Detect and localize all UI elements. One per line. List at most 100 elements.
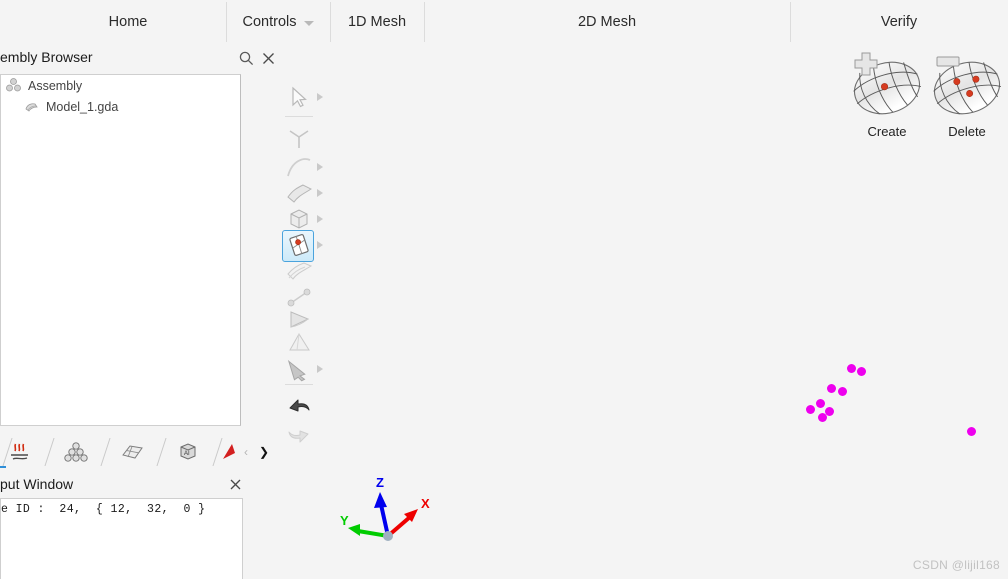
- assembly-browser-panel: embly Browser Assembly Model_1.gda: [0, 44, 275, 434]
- ribbon-tab-home[interactable]: Home: [30, 0, 226, 44]
- delete-button[interactable]: Delete: [917, 50, 1008, 150]
- ribbon-tab-label: Controls: [242, 14, 297, 30]
- assembly-browser-title: embly Browser: [0, 49, 93, 65]
- chevron-down-icon[interactable]: [303, 20, 314, 26]
- sheet-tool[interactable]: [279, 258, 323, 284]
- curve-tool[interactable]: [279, 154, 323, 180]
- dock-next-arrow[interactable]: ❯: [259, 445, 269, 459]
- redo-tool[interactable]: [279, 422, 323, 448]
- particles-icon: [64, 442, 88, 462]
- assembly-browser-header: embly Browser: [0, 44, 275, 72]
- tool-divider: [285, 384, 313, 385]
- dock-tab-ai[interactable]: AI: [160, 438, 223, 466]
- dock-tab-mesh[interactable]: [104, 438, 167, 466]
- search-icon[interactable]: [238, 50, 255, 67]
- dock-tab-wedge[interactable]: [216, 438, 242, 466]
- watermark-text: CSDN @lijil168: [912, 558, 1000, 572]
- ribbon-tab-1d-mesh[interactable]: 1D Mesh: [332, 0, 422, 44]
- dock-tab-thermal[interactable]: [0, 438, 55, 466]
- sheet-stack-icon: [287, 262, 313, 280]
- mesh-node-point[interactable]: [818, 413, 827, 422]
- mesh-slab-icon: [122, 445, 143, 459]
- select-arrow-tool[interactable]: [279, 84, 323, 110]
- flyout-arrow-icon[interactable]: [317, 189, 323, 197]
- ai-cube-icon: AI: [180, 443, 196, 460]
- cone-tool[interactable]: [279, 306, 323, 332]
- red-wedge-icon: [223, 444, 235, 459]
- ribbon-tab-label: Home: [108, 14, 148, 30]
- application-window: Z X Y CSDN @lijil168 Home Controls 1D Mesh…: [0, 0, 1008, 579]
- dock-tab-strip: AI ‹ ❯: [0, 436, 275, 468]
- pick-tool[interactable]: [279, 356, 323, 382]
- ribbon-panel-verify: Create Delete: [790, 44, 1008, 150]
- ribbon-tab-separator: [790, 2, 791, 42]
- flyout-arrow-icon[interactable]: [317, 163, 323, 171]
- mesh-delete-icon: [924, 50, 1008, 122]
- close-icon[interactable]: [228, 477, 243, 492]
- cursor-arrow-icon: [292, 86, 307, 108]
- undo-arrow-icon: [289, 399, 310, 412]
- tool-divider: [285, 116, 313, 117]
- flyout-arrow-icon[interactable]: [317, 215, 323, 223]
- ribbon-tab-separator: [226, 2, 227, 42]
- mesh-point-icon: [289, 234, 309, 256]
- mesh-node-point[interactable]: [806, 405, 815, 414]
- ribbon-tab-separator: [330, 2, 331, 42]
- undo-tool[interactable]: [279, 392, 323, 418]
- output-window-text[interactable]: e ID : 24, { 12, 32, 0 }: [0, 498, 243, 579]
- minus-badge-icon: [936, 56, 960, 67]
- output-window-title: put Window: [0, 476, 74, 492]
- node-tool[interactable]: [279, 126, 323, 152]
- close-icon[interactable]: [260, 50, 277, 67]
- svg-text:Y: Y: [340, 513, 349, 528]
- ribbon-tab-controls[interactable]: Controls: [228, 0, 328, 44]
- cone-fan-icon: [290, 311, 310, 328]
- ribbon-tab-label: Verify: [880, 14, 918, 30]
- assembly-icon: [5, 77, 22, 94]
- dock-prev-arrow[interactable]: ‹: [244, 445, 248, 459]
- tree-item-label: Model_1.gda: [46, 99, 119, 114]
- mesh-node-point[interactable]: [838, 387, 847, 396]
- ribbon-tab-verify[interactable]: Verify: [792, 0, 1006, 44]
- flyout-arrow-icon[interactable]: [317, 365, 323, 373]
- dock-tab-particles[interactable]: [48, 438, 111, 466]
- tree-item[interactable]: Model_1.gda: [1, 96, 240, 117]
- ribbon-tab-2d-mesh[interactable]: 2D Mesh: [426, 0, 788, 44]
- surface-tool[interactable]: [279, 180, 323, 206]
- mesh-node-point[interactable]: [847, 364, 856, 373]
- pick-arrow-icon: [287, 359, 306, 382]
- mesh-node-point[interactable]: [816, 399, 825, 408]
- delete-button-label: Delete: [948, 124, 986, 139]
- pyramid-icon: [289, 333, 310, 351]
- mesh-node-point[interactable]: [827, 384, 836, 393]
- arc-curve-icon: [287, 158, 311, 177]
- pyramid-tool[interactable]: [279, 330, 323, 356]
- ribbon-tab-label: 2D Mesh: [577, 14, 637, 30]
- output-window-panel: put Window e ID : 24, { 12, 32, 0 }: [0, 470, 275, 579]
- surface-sheet-icon: [287, 184, 312, 203]
- tree-item-label: Assembly: [28, 78, 83, 93]
- mesh-point-tool[interactable]: [279, 230, 323, 262]
- mesh-node-point[interactable]: [857, 367, 866, 376]
- create-button-label: Create: [867, 124, 907, 139]
- solid-tool[interactable]: [279, 206, 323, 232]
- axis-triad: Z X Y: [340, 475, 430, 541]
- svg-text:Z: Z: [376, 475, 384, 490]
- solid-cube-icon: [290, 209, 308, 229]
- assembly-tree[interactable]: Assembly Model_1.gda: [0, 74, 241, 426]
- mesh-node-point[interactable]: [967, 427, 976, 436]
- ribbon-tab-strip: Home Controls 1D Mesh 2D Mesh Verify: [0, 0, 1008, 44]
- tripod-node-icon: [289, 130, 309, 148]
- ribbon-tab-separator: [424, 2, 425, 42]
- redo-arrow-icon: [288, 430, 309, 443]
- output-line: e ID : 24, { 12, 32, 0 }: [1, 503, 206, 516]
- model-file-icon: [23, 98, 40, 115]
- heat-flow-icon: [11, 443, 28, 460]
- flyout-arrow-icon[interactable]: [317, 93, 323, 101]
- svg-text:AI: AI: [184, 451, 190, 457]
- ribbon-tab-label: 1D Mesh: [347, 14, 407, 30]
- tree-item[interactable]: Assembly: [1, 75, 240, 96]
- tool-palette: [275, 78, 327, 443]
- svg-text:X: X: [421, 496, 430, 511]
- flyout-arrow-icon[interactable]: [317, 241, 323, 249]
